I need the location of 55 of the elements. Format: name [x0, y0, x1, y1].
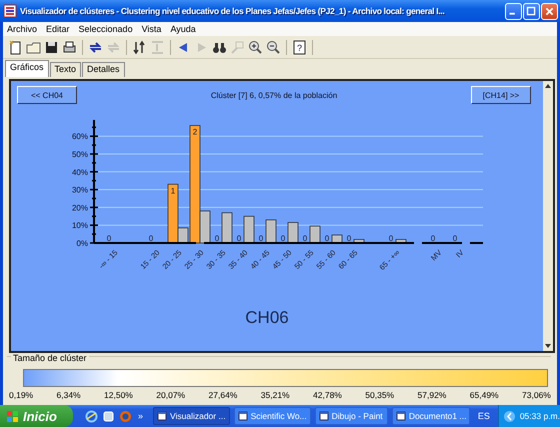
menu-item[interactable]: Seleccionado — [78, 24, 133, 34]
bar-value-label: 2 — [192, 128, 198, 137]
y-tick-label: 10% — [72, 221, 88, 230]
next-button[interactable]: [CH14] >> — [471, 86, 531, 104]
window-title: Visualizador de clústeres - Clustering nivel educativo de los Planes Jefas/Jefes (PJ2_1) - Archivo local: general I... — [20, 6, 446, 16]
scale-tick-label: 6,34% — [56, 390, 81, 400]
language-indicator[interactable]: ES — [478, 411, 490, 421]
previous-button[interactable]: << CH04 — [17, 86, 77, 104]
scale-tick-label: 57,92% — [418, 390, 446, 400]
bar-value-label: 0 — [302, 234, 308, 243]
scale-tick-label: 65,49% — [470, 390, 499, 400]
bar-value-label: 0 — [280, 234, 286, 243]
chart-title: Clúster [7] 6, 0,57% de la población — [210, 90, 338, 100]
bar-value-label: 0 — [258, 234, 264, 243]
tab[interactable]: Gráficos — [5, 60, 49, 77]
scale-tick-label: 50,35% — [365, 390, 394, 400]
taskbar-button[interactable]: Visualizador ... — [152, 407, 230, 425]
bar-value-label: 0 — [346, 234, 352, 243]
y-tick-label: 30% — [72, 186, 88, 195]
bar-value-label: 0 — [106, 234, 112, 243]
more-icon[interactable]: » — [138, 411, 143, 421]
bar-value-label: 0 — [214, 234, 220, 243]
menu-item[interactable]: Archivo — [7, 24, 38, 34]
y-tick-label: 0% — [76, 239, 88, 248]
bar-value-label: 0 — [388, 234, 394, 243]
taskbar-button[interactable]: Scientific Wo... — [234, 407, 311, 425]
menu-item[interactable]: Editar — [46, 24, 70, 34]
bar-value-label: 0 — [236, 234, 242, 243]
menu-item[interactable]: Ayuda — [170, 24, 196, 34]
tab[interactable]: Texto — [50, 62, 82, 77]
y-tick-label: 50% — [72, 150, 88, 159]
scale-tick-label: 12,50% — [104, 390, 133, 400]
taskbar-button[interactable]: Documento1 ... — [392, 407, 470, 425]
scale-tick-label: 20,07% — [156, 390, 186, 400]
scale-tick-label: 42,78% — [313, 390, 342, 400]
legend-title: Tamaño de clúster — [11, 353, 89, 363]
bar-value-label: 0 — [324, 234, 330, 243]
clock: 05:33 p.m. — [520, 411, 560, 421]
y-tick-label: 60% — [72, 132, 88, 142]
y-tick-label: 40% — [72, 168, 88, 177]
scale-tick-label: 0,19% — [9, 390, 34, 400]
help-icon[interactable]: ? — [292, 40, 307, 54]
menu-item[interactable]: Vista — [142, 24, 162, 34]
scale-tick-label: 35,21% — [260, 390, 290, 400]
taskbar-button[interactable]: Dibujo - Paint — [314, 407, 388, 425]
bar-value-label: 0 — [148, 234, 154, 243]
bar-value-label: 0 — [430, 234, 436, 243]
bar-value-label: 0 — [452, 234, 458, 243]
tab[interactable]: Detalles — [82, 62, 125, 77]
scale-tick-label: 27,64% — [208, 390, 238, 400]
start-button[interactable]: Inicio — [0, 405, 73, 427]
scale-tick-label: 73,06% — [522, 390, 551, 400]
y-tick-label: 20% — [72, 203, 88, 212]
variable-label: CH06 — [244, 308, 290, 328]
bar-value-label: 1 — [170, 186, 176, 196]
